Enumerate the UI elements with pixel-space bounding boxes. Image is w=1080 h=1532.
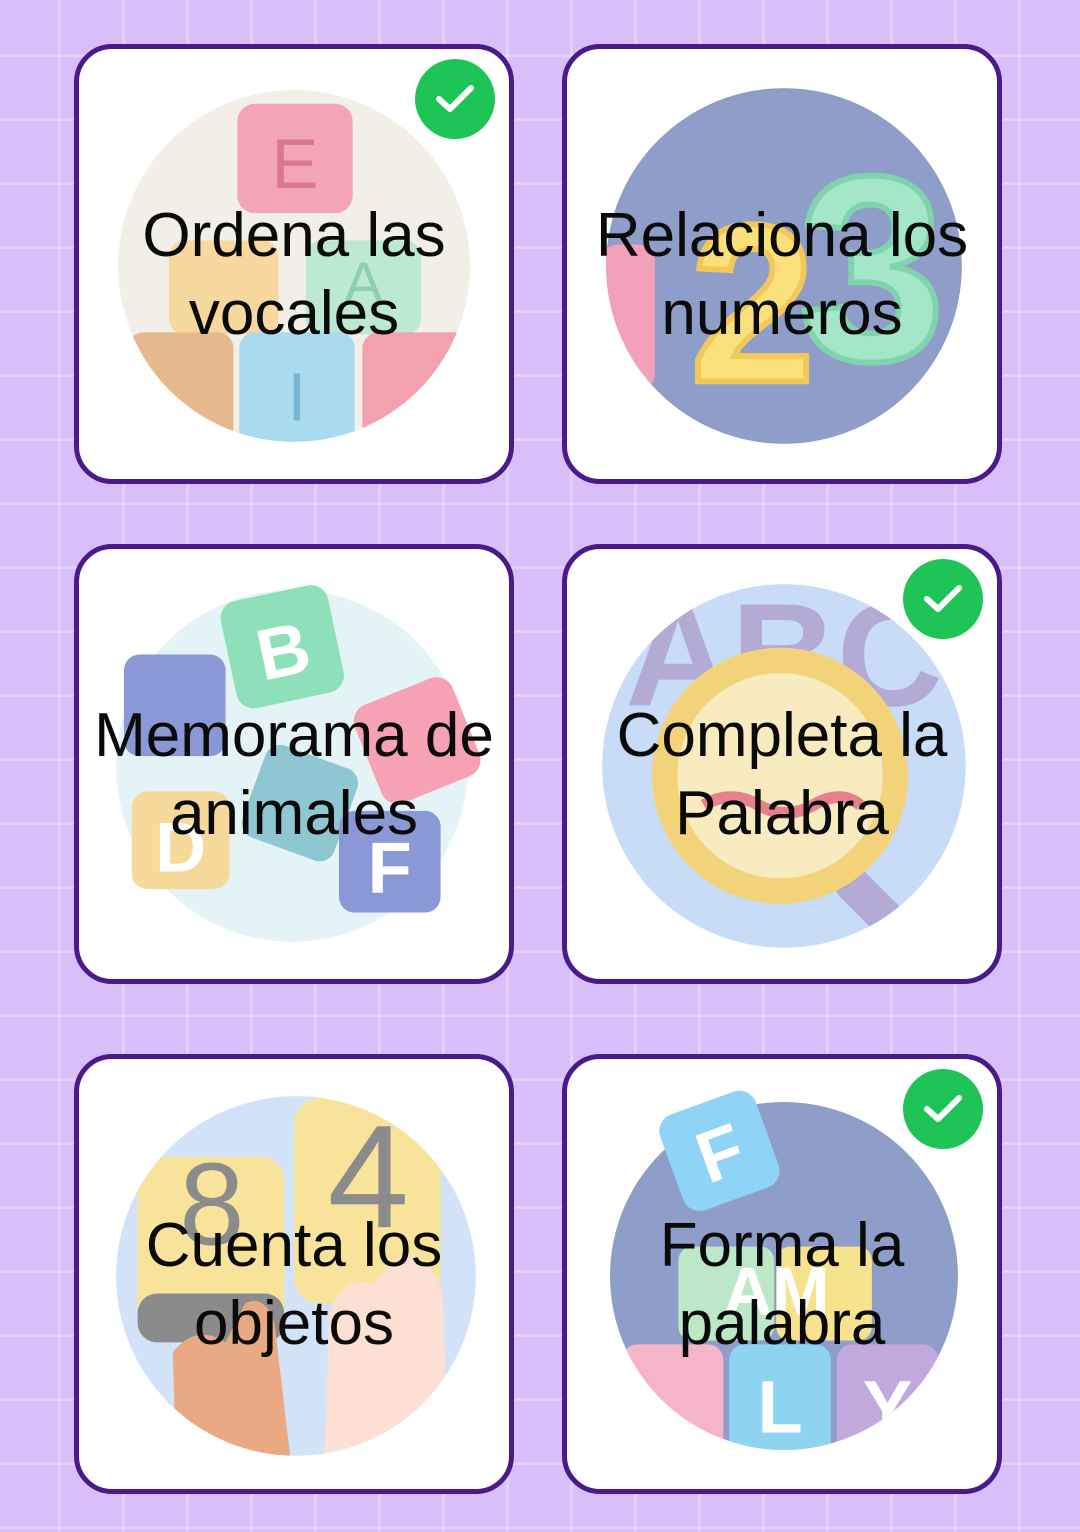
completed-check-icon <box>903 559 983 639</box>
svg-text:L: L <box>757 1365 802 1448</box>
completed-check-icon <box>903 1069 983 1149</box>
svg-text:Y: Y <box>863 1365 913 1448</box>
activity-card-completa-la-palabra[interactable]: ABC Completa la Palabra <box>562 544 1002 984</box>
activity-card-memorama-de-animales[interactable]: B D F Memorama de animales <box>74 544 514 984</box>
activity-card-relaciona-los-numeros[interactable]: 2 3 Relaciona los numeros <box>562 44 1002 484</box>
activity-title: Cuenta los objetos <box>145 1211 443 1358</box>
activity-title: Memorama de animales <box>94 701 494 848</box>
svg-text:I: I <box>287 359 306 435</box>
activity-card-cuenta-los-objetos[interactable]: 4 8 Cuenta los objetos <box>74 1054 514 1494</box>
activity-title: Completa la Palabra <box>616 701 948 848</box>
activity-title: Forma la palabra <box>659 1211 905 1358</box>
activity-title: Ordena las vocales <box>142 201 446 348</box>
svg-text:E: E <box>272 124 319 203</box>
activity-card-ordena-las-vocales[interactable]: E A I Ordena las vocales <box>74 44 514 484</box>
completed-check-icon <box>415 59 495 139</box>
activity-title: Relaciona los numeros <box>595 201 969 348</box>
activity-card-forma-la-palabra[interactable]: AM L Y F Forma la palabra <box>562 1054 1002 1494</box>
